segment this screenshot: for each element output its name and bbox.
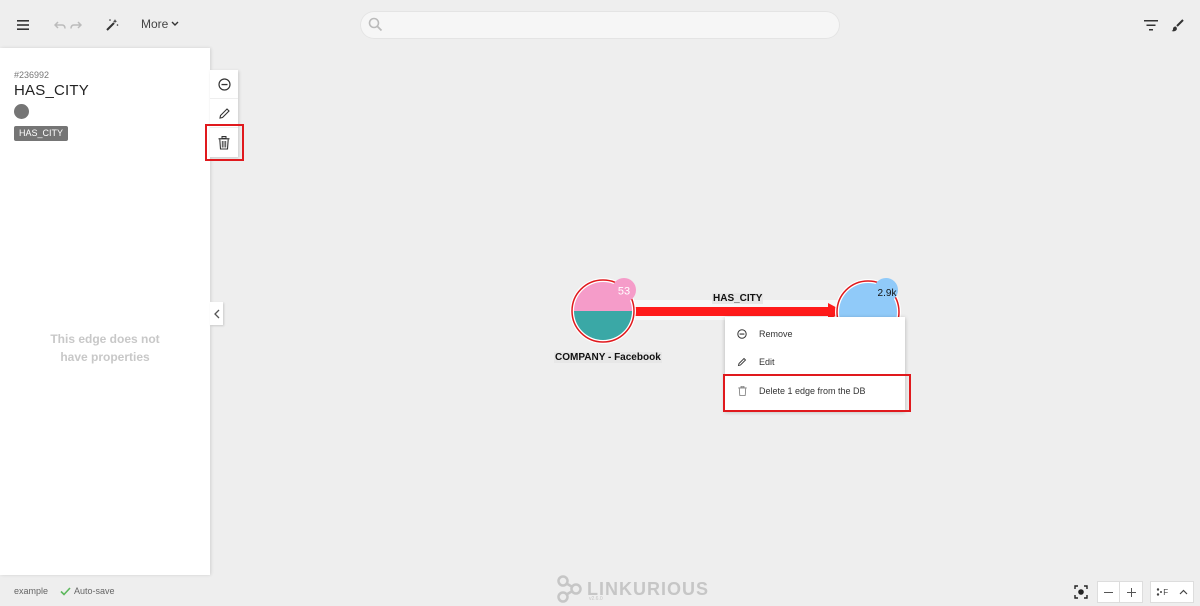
layout-label: F [1163,587,1169,597]
minus-icon [1104,591,1113,593]
zoom-out-button[interactable] [1098,582,1120,602]
footer-status: example Auto-save [14,586,115,596]
source-node-badge: 53 [612,278,636,302]
linkurious-logo: LINKURIOUS v2.6.0 [556,575,709,603]
zoom-in-button[interactable] [1120,582,1142,602]
context-remove-label: Remove [759,329,793,339]
delete-menu-highlight [723,374,911,412]
context-edit-item[interactable]: Edit [725,348,905,376]
target-badge-count: 2.9k [878,288,898,299]
layout-icon [1157,588,1163,596]
plus-icon [1126,587,1136,597]
source-node-label: COMPANY - Facebook [554,352,662,363]
edge-label: HAS_CITY [712,293,764,304]
layout-control[interactable]: F [1151,582,1193,602]
fit-to-screen-button[interactable] [1071,582,1091,602]
workspace-name: example [14,586,49,596]
autosave-label: Auto-save [74,586,115,596]
source-badge-count: 53 [618,286,630,298]
version-label: v2.6.0 [589,596,603,602]
logo-text: LINKURIOUS [587,578,709,599]
zoom-control [1098,582,1142,602]
context-edit-label: Edit [759,357,775,367]
graph-canvas[interactable]: 2.9k 53 [0,0,1200,606]
edit-icon [725,357,759,367]
context-remove-item[interactable]: Remove [725,320,905,348]
autosave-indicator[interactable]: Auto-save [60,586,115,596]
focus-icon [1074,585,1088,599]
target-node-badge: 2.9k [874,278,898,302]
remove-icon [725,329,759,339]
check-icon [60,586,71,596]
logo-icon [557,575,582,603]
layout-selector[interactable]: F [1156,588,1168,597]
chevron-up-icon[interactable] [1179,589,1188,595]
